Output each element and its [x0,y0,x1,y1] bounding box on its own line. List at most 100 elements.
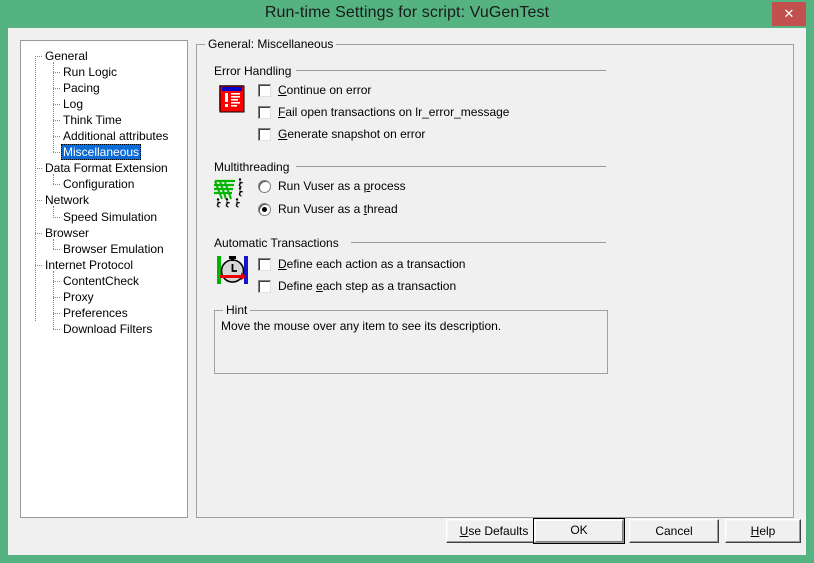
tree-item-label: Log [63,97,84,112]
label-generate-snapshot: Generate snapshot on error [278,127,426,141]
dialog-client-area: General Run Logic Pacing Log Think Time Addit… [8,28,806,555]
tree-item-data-format-extension[interactable]: Data Format Extension [43,160,170,176]
tree-item-network[interactable]: Network [43,192,91,208]
hint-text: Move the mouse over any item to see its … [221,319,502,333]
tree-item-label: Network [45,193,90,208]
tree-item-label: ContentCheck [63,273,140,288]
tree-connector-dash [53,136,60,138]
settings-tree[interactable]: General Run Logic Pacing Log Think Time Addit… [20,40,188,518]
label-run-vuser-as-thread: Run Vuser as a thread [278,202,398,216]
hint-group: Hint Move the mouse over any item to see… [214,303,608,374]
tree-connector-dash [53,312,60,314]
automatic-transactions-rule [351,242,606,243]
tree-item-think-time[interactable]: Think Time [61,112,124,128]
use-defaults-button[interactable]: Use Defaults [446,519,542,543]
checkbox-fail-open-transactions[interactable] [258,106,271,119]
tree-item-label: Internet Protocol [45,257,134,272]
radio-run-vuser-as-thread[interactable] [258,203,271,216]
tree-connector-dash [53,280,60,282]
tree-item-preferences[interactable]: Preferences [61,305,130,321]
window-title: Run-time Settings for script: VuGenTest [264,4,550,21]
tree-item-proxy[interactable]: Proxy [61,289,96,305]
tree-connector-dash [53,328,60,330]
tree-item-browser[interactable]: Browser [43,225,91,241]
dialog-window: Run-time Settings for script: VuGenTest … [0,0,814,563]
checkbox-define-step-as-transaction[interactable] [258,280,271,293]
tree-item-label: Additional attributes [63,129,169,144]
cancel-label: Cancel [655,524,693,538]
tree-item-configuration[interactable]: Configuration [61,176,136,192]
tree-item-contentcheck[interactable]: ContentCheck [61,273,141,289]
tree-item-label: Browser [45,225,90,240]
threads-runners-icon [213,177,245,209]
tree-connector-dash [35,232,42,234]
tree-item-log[interactable]: Log [61,96,85,112]
tree-item-browser-emulation[interactable]: Browser Emulation [61,241,166,257]
ok-button[interactable]: OK [533,518,625,544]
tree-item-label: Miscellaneous [61,144,142,161]
tree-connector-dash [53,120,60,122]
tree-connector-dash [35,264,42,266]
tree-item-label: Preferences [63,305,128,320]
checkbox-continue-on-error[interactable] [258,84,271,97]
label-fail-open-transactions: Fail open transactions on lr_error_messa… [278,105,510,119]
error-document-icon [216,82,248,114]
use-defaults-accel: U [459,524,469,538]
tree-connector-dash [35,200,42,202]
tree-item-label: Pacing [63,81,100,96]
tree-item-label: Run Logic [63,65,118,80]
tree-item-pacing[interactable]: Pacing [61,80,102,96]
checkbox-generate-snapshot[interactable] [258,128,271,141]
tree-connector-dash [53,184,60,186]
multithreading-title: Multithreading [214,160,290,174]
settings-main-panel: General: Miscellaneous Error Handling Co… [196,37,794,518]
tree-item-label: Speed Simulation [63,209,158,224]
tree-item-label: Configuration [63,177,135,192]
tree-connector-dash [35,168,42,170]
stopwatch-arrow-icon [216,254,248,286]
tree-item-miscellaneous[interactable]: Miscellaneous [61,144,142,161]
ok-button-inner: OK [535,520,623,542]
tree-connector-dash [53,104,60,106]
hint-title: Hint [223,303,251,317]
tree-item-label: Download Filters [63,321,153,336]
label-define-action-as-transaction: Define each action as a transaction [278,257,466,271]
checkbox-define-action-as-transaction[interactable] [258,258,271,271]
tree-connector-dash [53,72,60,74]
group-title: General: Miscellaneous [205,37,337,51]
tree-connector-dash [53,216,60,218]
tree-connector-dash [53,88,60,90]
use-defaults-label: se Defaults [468,524,529,538]
label-run-vuser-as-process: Run Vuser as a process [278,179,406,193]
tree-item-label: Proxy [63,289,94,304]
label-define-step-as-transaction: Define each step as a transaction [278,279,457,293]
tree-item-label: Browser Emulation [63,241,164,256]
title-bar: Run-time Settings for script: VuGenTest … [0,0,814,28]
tree-item-label: Data Format Extension [45,161,168,176]
tree-connector-dash [35,56,42,57]
tree-connector-branch [53,270,54,329]
tree-item-internet-protocol[interactable]: Internet Protocol [43,257,135,273]
close-icon[interactable]: ✕ [772,2,806,26]
label-continue-on-error: Continue on error [278,83,372,97]
tree-connector-dash [53,248,60,250]
automatic-transactions-title: Automatic Transactions [214,236,339,250]
tree-item-general[interactable]: General [43,48,90,64]
tree-connector-dash [53,296,60,298]
cancel-button[interactable]: Cancel [629,519,719,543]
tree-connector-branch [53,62,54,153]
error-handling-title: Error Handling [214,64,292,78]
radio-run-vuser-as-process[interactable] [258,180,271,193]
tree-item-additional-attributes[interactable]: Additional attributes [61,128,170,144]
multithreading-rule [296,166,606,167]
tree-connector-dash [53,152,60,154]
help-button[interactable]: Help [725,519,801,543]
tree-connector-root [35,56,36,321]
tree-item-label: Think Time [63,113,122,128]
tree-item-download-filters[interactable]: Download Filters [61,321,154,337]
help-label: elp [759,524,776,538]
tree-item-run-logic[interactable]: Run Logic [61,64,119,80]
tree-item-label: General [45,49,88,63]
tree-item-speed-simulation[interactable]: Speed Simulation [61,209,159,225]
error-handling-rule [296,70,606,71]
